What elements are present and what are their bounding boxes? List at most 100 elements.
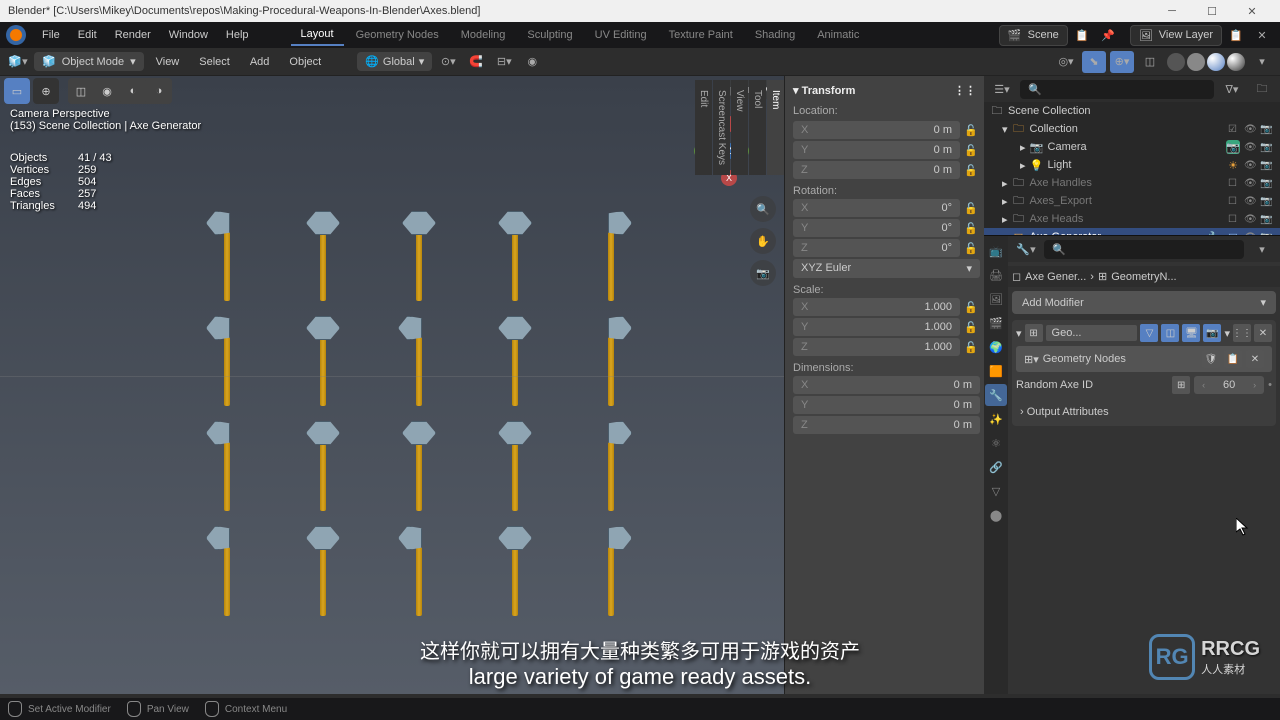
zoom-icon[interactable]: 🔍 [750,196,776,222]
increment-icon[interactable]: › [1253,380,1256,390]
select-box-icon[interactable]: ◫ [68,78,94,104]
rot-z[interactable]: Z0° [793,239,960,257]
solid-shade-icon[interactable] [1187,53,1205,71]
scene-pin-icon[interactable]: 📌 [1096,24,1120,46]
options-icon[interactable]: ▾ [1250,238,1274,260]
node-group-selector[interactable]: ⊞▾ Geometry Nodes 🛡 📋 ✕ [1016,346,1272,372]
lock-icon[interactable]: 🔓 [964,242,980,255]
expand-icon[interactable]: ▾ [1016,327,1022,340]
select-menu[interactable]: Select [191,52,238,72]
properties-search[interactable]: 🔍 [1044,240,1244,259]
snap-icon[interactable]: 🧲 [464,51,488,73]
menu-edit[interactable]: Edit [70,25,105,45]
camera-icon[interactable]: 📷 [1260,124,1274,135]
mod-realtime-icon[interactable]: 🖥 [1182,324,1200,342]
transform-header[interactable]: ▾ Transform⋮⋮ [789,80,980,101]
scale-y[interactable]: Y1.000 [793,318,960,336]
pivot-icon[interactable]: ⊙▾ [436,51,460,73]
menu-render[interactable]: Render [107,25,159,45]
mod-extras-icon[interactable]: ⋮⋮ [1233,324,1251,342]
gizmo-toggle-icon[interactable]: ⬊ [1082,51,1106,73]
checkbox-icon[interactable]: ☐ [1228,178,1242,189]
ptab-particles[interactable]: ✨ [985,408,1007,430]
modifier-name[interactable]: Geo... [1046,325,1138,341]
tab-tool[interactable]: Tool [749,80,766,175]
visibility-icon[interactable]: ◎▾ [1054,51,1078,73]
tab-edit[interactable]: Edit [695,80,712,175]
scale-z[interactable]: Z1.000 [793,338,960,356]
ptab-output[interactable]: 🖨 [985,264,1007,286]
ptab-material[interactable]: ⬤ [985,504,1007,526]
dim-y[interactable]: Y0 m [793,396,980,414]
pan-icon[interactable]: ✋ [750,228,776,254]
tree-light[interactable]: ▸💡Light☀👁📷 [984,156,1280,174]
ptab-world[interactable]: 🌍 [985,336,1007,358]
workspace-geonodes[interactable]: Geometry Nodes [346,25,449,45]
camera-icon[interactable]: 📷 [1260,160,1274,171]
dim-z[interactable]: Z0 m [793,416,980,434]
blender-logo-icon[interactable] [6,25,26,45]
workspace-texpaint[interactable]: Texture Paint [659,25,743,45]
properties-type-icon[interactable]: 🔧▾ [1014,238,1038,260]
viewlayer-selector[interactable]: 🖼 View Layer [1130,25,1222,46]
loc-z[interactable]: Z0 m [793,161,960,179]
object-menu[interactable]: Object [281,52,329,72]
lock-icon[interactable]: 🔓 [964,321,980,334]
close-button[interactable]: ✕ [1232,0,1272,22]
eye-icon[interactable]: 👁 [1244,124,1258,135]
ptab-scene[interactable]: 🎬 [985,312,1007,334]
menu-window[interactable]: Window [161,25,216,45]
tree-axe-generator[interactable]: ▸▽Axe Generator🔧▽👁📷 [984,228,1280,236]
tab-view[interactable]: View [731,80,748,175]
tree-axes-export[interactable]: ▸🗀Axes_Export☐👁📷 [984,192,1280,210]
ptab-render[interactable]: 📺 [985,240,1007,262]
ptab-modifier[interactable]: 🔧 [985,384,1007,406]
outliner-search[interactable]: 🔍 [1020,80,1214,99]
mode-selector[interactable]: 🧊 Object Mode ▾ [34,52,144,71]
workspace-uvediting[interactable]: UV Editing [585,25,657,45]
rot-y[interactable]: Y0° [793,219,960,237]
lock-icon[interactable]: 🔓 [964,144,980,157]
minimize-button[interactable]: ─ [1152,0,1192,22]
workspace-animation[interactable]: Animatic [807,25,869,45]
mod-cage-icon[interactable]: ▽ [1140,324,1158,342]
eye-icon[interactable]: 👁 [1244,196,1258,207]
select-circle-icon[interactable]: ◉ [94,78,120,104]
output-attributes[interactable]: › Output Attributes [1016,402,1272,422]
viewlayer-del-icon[interactable]: ✕ [1250,24,1274,46]
animate-dot-icon[interactable]: • [1268,379,1272,391]
add-modifier-button[interactable]: Add Modifier▾ [1012,291,1276,314]
rot-x[interactable]: X0° [793,199,960,217]
chevron-down-icon[interactable]: ▾ [1224,327,1230,340]
snap-target-icon[interactable]: ⊟▾ [492,51,516,73]
3d-viewport[interactable]: ▭ ⊕ ◫ ◉ ◐ ◑ Options ▾ Camera Perspective… [0,76,784,694]
scene-selector[interactable]: 🎬 Scene [999,25,1068,46]
orientation-selector[interactable]: 🌐 Global ▾ [357,52,432,71]
tree-axe-heads[interactable]: ▸🗀Axe Heads☐👁📷 [984,210,1280,228]
camera-icon[interactable]: 📷 [1260,142,1274,153]
workspace-sculpting[interactable]: Sculpting [517,25,582,45]
dim-x[interactable]: X0 m [793,376,980,394]
matprev-shade-icon[interactable] [1207,53,1225,71]
camera-icon[interactable]: 📷 [1260,196,1274,207]
random-axe-id-value[interactable]: ‹ 60 › [1194,376,1264,394]
mod-render-icon[interactable]: 📷 [1203,324,1221,342]
new-collection-icon[interactable]: 🗀 [1250,78,1274,100]
checkbox-icon[interactable]: ☑ [1228,124,1242,135]
cursor-tool[interactable]: ⊕ [33,78,59,104]
eye-icon[interactable]: 👁 [1244,178,1258,189]
camera-icon[interactable]: 📷 [750,260,776,286]
close-icon[interactable]: ✕ [1254,324,1272,342]
ptab-object[interactable]: 🟧 [985,360,1007,382]
tree-camera[interactable]: ▸📷Camera📷👁📷 [984,138,1280,156]
view-menu[interactable]: View [148,52,188,72]
select-lasso-icon[interactable]: ◐ [120,78,146,104]
input-type-icon[interactable]: ⊞ [1172,376,1190,394]
wireframe-shade-icon[interactable] [1167,53,1185,71]
menu-help[interactable]: Help [218,25,257,45]
duplicate-icon[interactable]: 📋 [1224,350,1242,368]
proportional-icon[interactable]: ◉ [520,51,544,73]
shading-modes[interactable] [1166,53,1246,71]
workspace-shading[interactable]: Shading [745,25,805,45]
camera-icon[interactable]: 📷 [1260,214,1274,225]
